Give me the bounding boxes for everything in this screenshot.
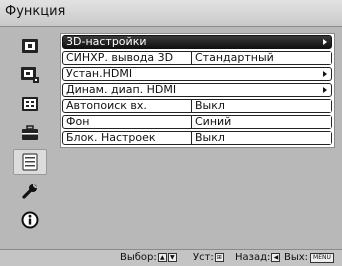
input-source-icon [22, 39, 38, 53]
info-icon [21, 211, 39, 229]
menu-key-icon: MENU [310, 252, 334, 263]
function-icon [22, 153, 38, 171]
menu-row-label: Фон [66, 115, 90, 128]
arrow-left-key-icon: ◀ [271, 253, 281, 262]
footer-select-label: Выбор: [120, 252, 157, 263]
value-cell: Выкл [191, 132, 331, 144]
footer-exit-hint: Вых: MENU [284, 252, 334, 263]
menu-row-value: Выкл [195, 99, 225, 112]
function-menu-screen: Функция 3D-настройки СИНХР. вывода 3D Ст… [0, 0, 342, 266]
footer-set-hint: Уст: ⊞ [193, 252, 224, 263]
menu-row-label: Блок. Настроек [66, 131, 156, 144]
chevron-right-icon [323, 39, 327, 45]
menu-row-value: Стандартный [195, 51, 274, 64]
menu-row-3d-settings[interactable]: 3D-настройки [62, 35, 332, 49]
menu-row-label: 3D-настройки [66, 35, 147, 48]
menu-row-value: Выкл [195, 131, 225, 144]
sidebar-item-information[interactable] [13, 207, 47, 233]
arrow-down-key-icon: ▼ [167, 253, 177, 262]
menu-row-label: Устан.HDMI [66, 67, 133, 80]
footer-exit-label: Вых: [284, 252, 309, 263]
value-cell: Синий [191, 116, 331, 128]
footer-help-bar: Выбор: ▲ ▼ Уст: ⊞ Назад: ◀ Вых: MENU [0, 249, 342, 266]
footer-select-hint: Выбор: ▲ ▼ [120, 252, 177, 263]
menu-row-3d-sync[interactable]: СИНХР. вывода 3D Стандартный [62, 51, 332, 65]
title-bar: Функция [0, 0, 342, 27]
sidebar-item-tools[interactable] [13, 178, 47, 204]
sidebar-item-picture[interactable] [13, 62, 47, 88]
picture-settings-icon [21, 67, 39, 83]
menu-row-label: СИНХР. вывода 3D [66, 51, 174, 64]
menu-row-hdmi-setup[interactable]: Устан.HDMI [62, 67, 332, 81]
menu-row-value: Синий [195, 115, 232, 128]
value-cell: Стандартный [191, 52, 331, 64]
setup-icon [22, 125, 38, 140]
page-title: Функция [5, 4, 66, 19]
enter-key-icon: ⊞ [214, 253, 224, 262]
footer-set-label: Уст: [193, 252, 214, 263]
sidebar-item-function[interactable] [13, 149, 47, 175]
wrench-icon [22, 183, 38, 199]
sidebar-item-setup[interactable] [13, 120, 47, 146]
chevron-right-icon [323, 87, 327, 93]
chevron-right-icon [323, 71, 327, 77]
footer-back-label: Назад: [235, 252, 271, 263]
menu-row-label: Динам. диап. HDMI [66, 83, 177, 96]
menu-row-label: Автопоиск вх. [66, 99, 147, 112]
sidebar-item-input[interactable] [13, 33, 47, 59]
footer-back-hint: Назад: ◀ [235, 252, 281, 263]
menu-row-hdmi-dynamic-range[interactable]: Динам. диап. HDMI [62, 83, 332, 97]
sidebar-item-screen[interactable] [13, 91, 47, 117]
menu-row-input-search[interactable]: Автопоиск вх. Выкл [62, 99, 332, 113]
value-cell: Выкл [191, 100, 331, 112]
sidebar [0, 27, 60, 249]
arrow-up-key-icon: ▲ [157, 253, 167, 262]
menu-row-settings-lock[interactable]: Блок. Настроек Выкл [62, 131, 332, 145]
menu-row-background[interactable]: Фон Синий [62, 115, 332, 129]
screen-icon [22, 97, 38, 111]
